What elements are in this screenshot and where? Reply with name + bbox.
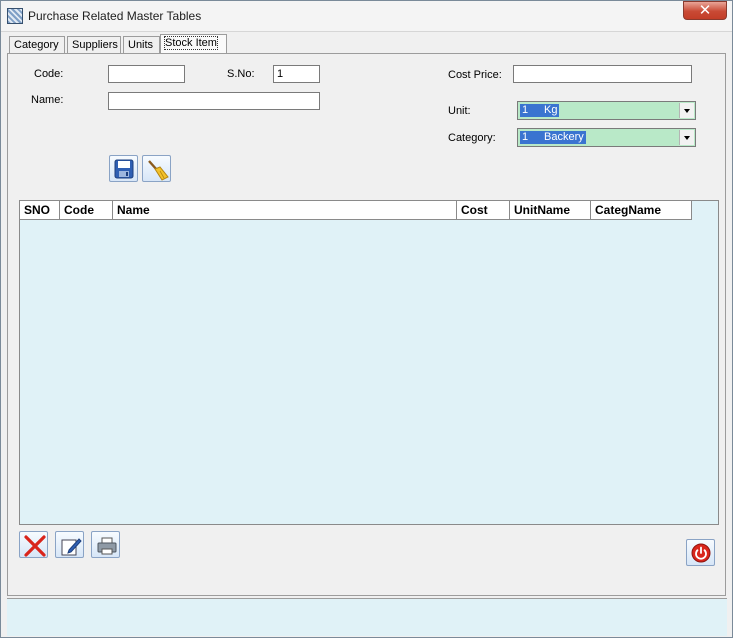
delete-button[interactable]: [19, 531, 48, 558]
sno-label: S.No:: [227, 68, 255, 80]
tab-suppliers-label: Suppliers: [72, 39, 118, 51]
window-title: Purchase Related Master Tables: [28, 9, 202, 23]
column-header-unitname[interactable]: UnitName: [510, 201, 591, 219]
edit-button[interactable]: [55, 531, 84, 558]
tab-category[interactable]: Category: [9, 36, 65, 53]
printer-icon: [97, 537, 117, 555]
unit-selected-name: Kg: [544, 104, 558, 116]
app-icon: [7, 8, 23, 24]
power-icon: [691, 543, 711, 563]
code-label: Code:: [34, 68, 64, 80]
code-input[interactable]: [108, 65, 185, 83]
name-label: Name:: [31, 94, 64, 106]
chevron-down-icon[interactable]: [679, 103, 694, 118]
floppy-disk-icon: [114, 159, 134, 179]
save-button[interactable]: [109, 155, 138, 182]
column-header-name[interactable]: Name: [113, 201, 457, 219]
unit-dropdown[interactable]: 1 Kg: [517, 101, 696, 120]
red-x-icon: [24, 535, 46, 557]
cost-price-input[interactable]: [513, 65, 692, 83]
name-input[interactable]: [108, 92, 320, 110]
close-button[interactable]: ✕: [683, 1, 727, 20]
unit-selected: 1 Kg: [520, 104, 560, 117]
status-bar: [7, 598, 727, 636]
grid-header: SNO Code Name Cost UnitName CategName: [20, 201, 692, 220]
unit-label: Unit:: [448, 105, 471, 117]
sno-input[interactable]: [273, 65, 320, 83]
app-window: Purchase Related Master Tables ✕ Categor…: [0, 0, 733, 638]
column-header-categname[interactable]: CategName: [591, 201, 692, 219]
tab-stock-item-label: Stock Item: [164, 36, 218, 50]
tab-units-label: Units: [128, 39, 154, 51]
category-selected-id: 1: [522, 131, 529, 143]
column-header-sno[interactable]: SNO: [20, 201, 60, 219]
category-label: Category:: [448, 132, 496, 144]
title-bar[interactable]: Purchase Related Master Tables ✕: [1, 1, 732, 32]
broom-icon: [148, 160, 169, 181]
pencil-icon: [61, 538, 82, 556]
clear-button[interactable]: [142, 155, 171, 182]
stock-item-grid[interactable]: SNO Code Name Cost UnitName CategName: [19, 200, 719, 525]
tab-category-label: Category: [14, 39, 59, 51]
exit-button[interactable]: [686, 539, 715, 566]
unit-selected-id: 1: [522, 104, 529, 116]
cost-price-label: Cost Price:: [448, 69, 502, 81]
column-header-cost[interactable]: Cost: [457, 201, 510, 219]
category-selected: 1 Backery: [520, 131, 586, 144]
tab-stock-item[interactable]: Stock Item: [160, 34, 227, 53]
column-header-code[interactable]: Code: [60, 201, 113, 219]
category-selected-name: Backery: [544, 131, 584, 143]
tab-suppliers[interactable]: Suppliers: [67, 36, 121, 53]
tab-units[interactable]: Units: [123, 36, 160, 53]
chevron-down-icon[interactable]: [679, 130, 694, 145]
print-button[interactable]: [91, 531, 120, 558]
category-dropdown[interactable]: 1 Backery: [517, 128, 696, 147]
